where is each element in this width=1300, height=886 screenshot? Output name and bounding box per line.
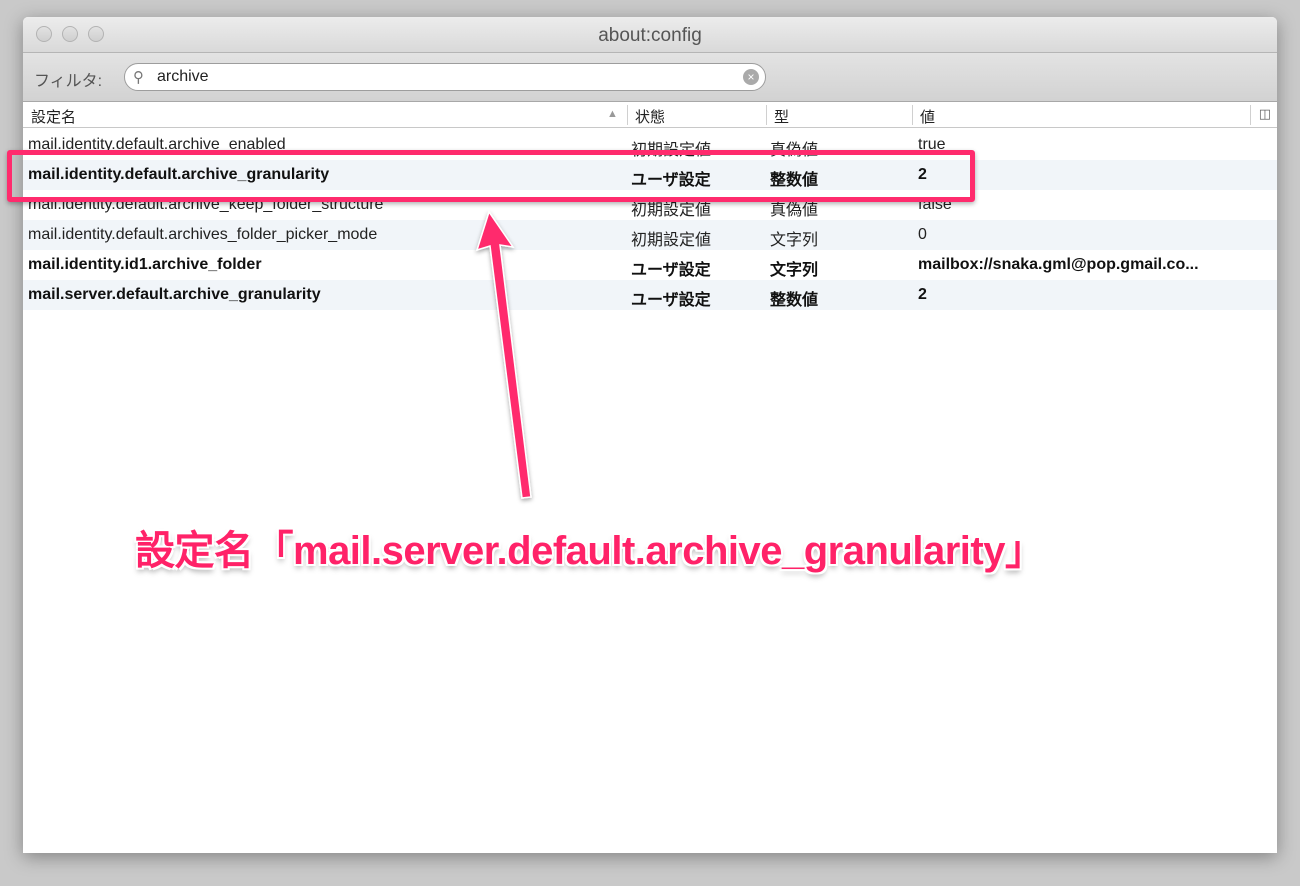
annotation-arrow-icon [475, 210, 532, 499]
annotation-caption: 設定名「mail.server.default.archive_granular… [135, 529, 1045, 573]
